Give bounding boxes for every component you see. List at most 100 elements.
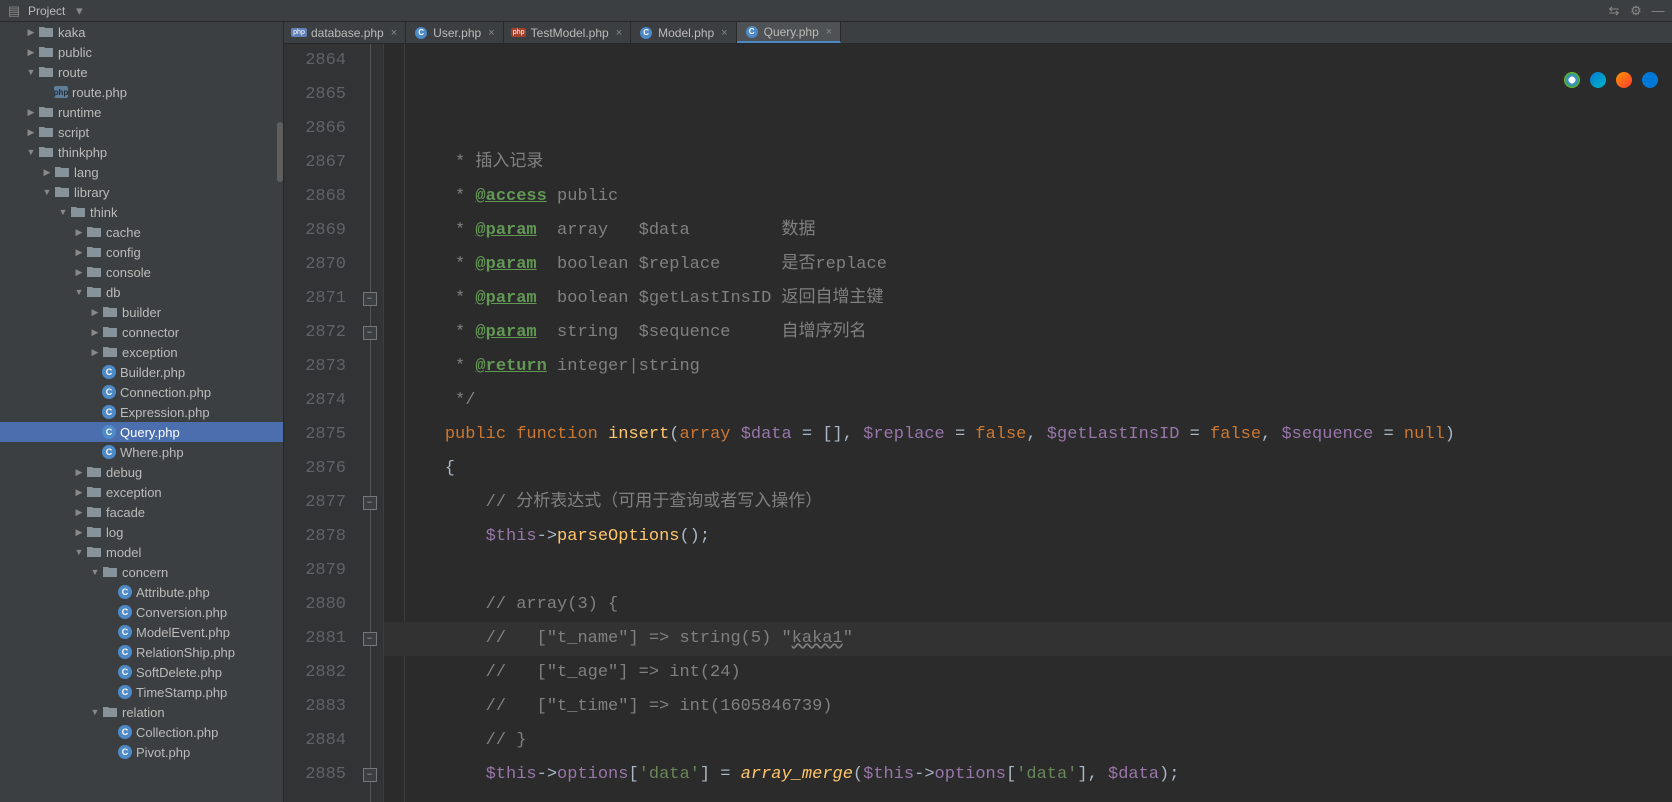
tree-item-collection-php[interactable]: ▶CCollection.php [0, 722, 283, 742]
tree-arrow-icon[interactable]: ▶ [72, 227, 86, 238]
code-line[interactable]: * @param boolean $replace 是否replace [404, 248, 1672, 282]
tab-model-php[interactable]: CModel.php× [631, 22, 736, 43]
tree-arrow-icon[interactable]: ▶ [24, 127, 38, 138]
tree-item-thinkphp[interactable]: ▼thinkphp [0, 142, 283, 162]
code-line[interactable] [404, 792, 1672, 802]
tree-arrow-icon[interactable]: ▼ [72, 547, 86, 557]
tree-item-relationship-php[interactable]: ▶CRelationShip.php [0, 642, 283, 662]
tree-item-route-php[interactable]: ▶phproute.php [0, 82, 283, 102]
tab-database-php[interactable]: phpdatabase.php× [284, 22, 406, 43]
code-line[interactable]: * 插入记录 [404, 146, 1672, 180]
code-line[interactable]: // ["t_age"] => int(24) [404, 656, 1672, 690]
code-line[interactable]: // array(3) { [404, 588, 1672, 622]
fold-toggle-icon[interactable]: − [363, 632, 377, 646]
tree-item-where-php[interactable]: ▶CWhere.php [0, 442, 283, 462]
tree-arrow-icon[interactable]: ▼ [24, 147, 38, 157]
tree-arrow-icon[interactable]: ▶ [88, 347, 102, 358]
tree-arrow-icon[interactable]: ▶ [72, 527, 86, 538]
code-line[interactable]: { [404, 452, 1672, 486]
tree-item-softdelete-php[interactable]: ▶CSoftDelete.php [0, 662, 283, 682]
tree-item-pivot-php[interactable]: ▶CPivot.php [0, 742, 283, 762]
project-tree[interactable]: ▶kaka▶public▼route▶phproute.php▶runtime▶… [0, 22, 284, 802]
close-icon[interactable]: × [616, 27, 622, 39]
code-line[interactable]: $this->options['data'] = array_merge($th… [404, 758, 1672, 792]
tree-item-console[interactable]: ▶console [0, 262, 283, 282]
fold-toggle-icon[interactable]: − [363, 292, 377, 306]
tree-arrow-icon[interactable]: ▶ [88, 307, 102, 318]
fold-toggle-icon[interactable]: − [363, 326, 377, 340]
tree-arrow-icon[interactable]: ▶ [72, 467, 86, 478]
tree-arrow-icon[interactable]: ▼ [88, 567, 102, 577]
tree-item-facade[interactable]: ▶facade [0, 502, 283, 522]
tree-arrow-icon[interactable]: ▶ [24, 47, 38, 58]
tree-item-expression-php[interactable]: ▶CExpression.php [0, 402, 283, 422]
tree-item-debug[interactable]: ▶debug [0, 462, 283, 482]
tree-item-connector[interactable]: ▶connector [0, 322, 283, 342]
tree-arrow-icon[interactable]: ▶ [40, 167, 54, 178]
tree-arrow-icon[interactable]: ▼ [56, 207, 70, 217]
tree-arrow-icon[interactable]: ▶ [24, 107, 38, 118]
tree-item-exception[interactable]: ▶exception [0, 342, 283, 362]
tree-item-modelevent-php[interactable]: ▶CModelEvent.php [0, 622, 283, 642]
tree-arrow-icon[interactable]: ▼ [40, 187, 54, 197]
edge-icon[interactable] [1590, 72, 1606, 88]
ie-icon[interactable] [1642, 72, 1658, 88]
firefox-icon[interactable] [1616, 72, 1632, 88]
tree-item-concern[interactable]: ▼concern [0, 562, 283, 582]
code-line[interactable]: $this->parseOptions(); [404, 520, 1672, 554]
tree-item-builder[interactable]: ▶builder [0, 302, 283, 322]
tree-item-db[interactable]: ▼db [0, 282, 283, 302]
fold-toggle-icon[interactable]: − [363, 496, 377, 510]
tree-arrow-icon[interactable]: ▶ [72, 507, 86, 518]
code-line[interactable]: * @param string $sequence 自增序列名 [404, 316, 1672, 350]
code-editor[interactable]: 2864286528662867286828692870287128722873… [284, 44, 1672, 802]
tree-item-connection-php[interactable]: ▶CConnection.php [0, 382, 283, 402]
tree-arrow-icon[interactable]: ▶ [72, 487, 86, 498]
tree-item-lang[interactable]: ▶lang [0, 162, 283, 182]
fold-column[interactable]: − − − − − [356, 44, 384, 802]
collapse-icon[interactable]: ⇆ [1606, 3, 1622, 19]
close-icon[interactable]: × [391, 27, 397, 39]
tree-item-attribute-php[interactable]: ▶CAttribute.php [0, 582, 283, 602]
code-content[interactable]: * 插入记录 * @access public * @param array $… [384, 44, 1672, 802]
tree-item-runtime[interactable]: ▶runtime [0, 102, 283, 122]
tree-item-conversion-php[interactable]: ▶CConversion.php [0, 602, 283, 622]
code-line[interactable]: * @param array $data 数据 [404, 214, 1672, 248]
tree-item-config[interactable]: ▶config [0, 242, 283, 262]
code-line[interactable] [404, 554, 1672, 588]
tree-item-kaka[interactable]: ▶kaka [0, 22, 283, 42]
tree-arrow-icon[interactable]: ▶ [88, 327, 102, 338]
fold-toggle-icon[interactable]: − [363, 768, 377, 782]
tree-item-exception[interactable]: ▶exception [0, 482, 283, 502]
tree-arrow-icon[interactable]: ▶ [72, 247, 86, 258]
close-icon[interactable]: × [721, 27, 727, 39]
gear-icon[interactable]: ⚙ [1628, 3, 1644, 19]
tab-testmodel-php[interactable]: phpTestModel.php× [504, 22, 631, 43]
tree-item-public[interactable]: ▶public [0, 42, 283, 62]
close-icon[interactable]: × [826, 26, 832, 38]
tree-item-cache[interactable]: ▶cache [0, 222, 283, 242]
tree-item-log[interactable]: ▶log [0, 522, 283, 542]
code-line[interactable]: public function insert(array $data = [],… [404, 418, 1672, 452]
close-icon[interactable]: × [488, 27, 494, 39]
tab-user-php[interactable]: CUser.php× [406, 22, 503, 43]
tree-item-query-php[interactable]: ▶CQuery.php [0, 422, 283, 442]
tab-query-php[interactable]: CQuery.php× [737, 22, 842, 43]
tree-arrow-icon[interactable]: ▼ [88, 707, 102, 717]
code-line[interactable]: // ["t_time"] => int(1605846739) [404, 690, 1672, 724]
tree-arrow-icon[interactable]: ▼ [24, 67, 38, 77]
minimize-icon[interactable]: — [1650, 3, 1666, 19]
code-line[interactable]: * @param boolean $getLastInsID 返回自增主键 [404, 282, 1672, 316]
code-line[interactable]: // } [404, 724, 1672, 758]
code-line[interactable]: // 分析表达式（可用于查询或者写入操作） [404, 486, 1672, 520]
code-line[interactable]: * @return integer|string [404, 350, 1672, 384]
project-label[interactable]: Project [28, 4, 65, 18]
tree-arrow-icon[interactable]: ▶ [72, 267, 86, 278]
tree-item-script[interactable]: ▶script [0, 122, 283, 142]
tree-item-think[interactable]: ▼think [0, 202, 283, 222]
tree-arrow-icon[interactable]: ▶ [24, 27, 38, 38]
tree-item-builder-php[interactable]: ▶CBuilder.php [0, 362, 283, 382]
tree-item-timestamp-php[interactable]: ▶CTimeStamp.php [0, 682, 283, 702]
code-line[interactable]: * @access public [404, 180, 1672, 214]
tree-item-model[interactable]: ▼model [0, 542, 283, 562]
